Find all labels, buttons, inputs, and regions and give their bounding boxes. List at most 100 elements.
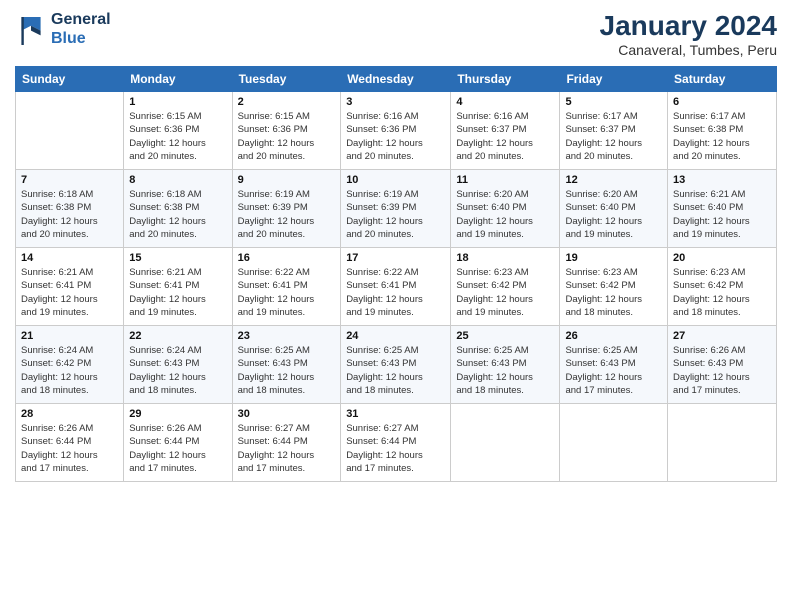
day-info: Sunrise: 6:23 AM Sunset: 6:42 PM Dayligh…	[456, 266, 554, 319]
day-number: 30	[238, 408, 336, 420]
day-info: Sunrise: 6:22 AM Sunset: 6:41 PM Dayligh…	[346, 266, 445, 319]
day-number: 6	[673, 96, 771, 108]
header-day-friday: Friday	[560, 67, 668, 92]
calendar-cell: 22 Sunrise: 6:24 AM Sunset: 6:43 PM Dayli…	[124, 326, 232, 404]
calendar-cell: 16Sunrise: 6:22 AM Sunset: 6:41 PM Dayli…	[232, 248, 341, 326]
day-number: 25	[456, 330, 554, 342]
day-number: 3	[346, 96, 445, 108]
calendar-cell: 6 Sunrise: 6:17 AM Sunset: 6:38 PM Daylig…	[668, 92, 777, 170]
day-info: Sunrise: 6:16 AM Sunset: 6:36 PM Dayligh…	[346, 110, 445, 163]
calendar-cell: 11 Sunrise: 6:20 AM Sunset: 6:40 PM Dayli…	[451, 170, 560, 248]
logo: General Blue	[15, 10, 111, 48]
day-info: Sunrise: 6:20 AM Sunset: 6:40 PM Dayligh…	[456, 188, 554, 241]
calendar-cell: 31Sunrise: 6:27 AM Sunset: 6:44 PM Dayli…	[341, 404, 451, 482]
day-info: Sunrise: 6:18 AM Sunset: 6:38 PM Dayligh…	[21, 188, 118, 241]
header-day-sunday: Sunday	[16, 67, 124, 92]
calendar-week-1: 1 Sunrise: 6:15 AM Sunset: 6:36 PM Daylig…	[16, 92, 777, 170]
header: General Blue January 2024 Canaveral, Tum…	[15, 10, 777, 58]
day-number: 10	[346, 174, 445, 186]
calendar-cell: 13Sunrise: 6:21 AM Sunset: 6:40 PM Dayli…	[668, 170, 777, 248]
page: General Blue January 2024 Canaveral, Tum…	[0, 0, 792, 612]
day-info: Sunrise: 6:23 AM Sunset: 6:42 PM Dayligh…	[673, 266, 771, 319]
day-info: Sunrise: 6:23 AM Sunset: 6:42 PM Dayligh…	[565, 266, 662, 319]
day-number: 12	[565, 174, 662, 186]
day-info: Sunrise: 6:26 AM Sunset: 6:44 PM Dayligh…	[21, 422, 118, 475]
calendar-cell: 5 Sunrise: 6:17 AM Sunset: 6:37 PM Daylig…	[560, 92, 668, 170]
logo-icon	[15, 13, 47, 45]
day-info: Sunrise: 6:24 AM Sunset: 6:42 PM Dayligh…	[21, 344, 118, 397]
day-info: Sunrise: 6:16 AM Sunset: 6:37 PM Dayligh…	[456, 110, 554, 163]
day-number: 15	[129, 252, 226, 264]
day-number: 26	[565, 330, 662, 342]
day-number: 4	[456, 96, 554, 108]
day-number: 19	[565, 252, 662, 264]
day-number: 14	[21, 252, 118, 264]
day-info: Sunrise: 6:25 AM Sunset: 6:43 PM Dayligh…	[238, 344, 336, 397]
day-info: Sunrise: 6:17 AM Sunset: 6:38 PM Dayligh…	[673, 110, 771, 163]
calendar-cell: 7Sunrise: 6:18 AM Sunset: 6:38 PM Daylig…	[16, 170, 124, 248]
day-info: Sunrise: 6:25 AM Sunset: 6:43 PM Dayligh…	[565, 344, 662, 397]
day-info: Sunrise: 6:26 AM Sunset: 6:44 PM Dayligh…	[129, 422, 226, 475]
day-number: 8	[129, 174, 226, 186]
calendar-cell: 23 Sunrise: 6:25 AM Sunset: 6:43 PM Dayli…	[232, 326, 341, 404]
calendar-cell	[451, 404, 560, 482]
day-number: 22	[129, 330, 226, 342]
calendar-cell	[16, 92, 124, 170]
calendar-week-2: 7Sunrise: 6:18 AM Sunset: 6:38 PM Daylig…	[16, 170, 777, 248]
title-block: January 2024 Canaveral, Tumbes, Peru	[600, 10, 777, 58]
day-info: Sunrise: 6:19 AM Sunset: 6:39 PM Dayligh…	[238, 188, 336, 241]
logo-text: General Blue	[51, 10, 111, 48]
day-info: Sunrise: 6:24 AM Sunset: 6:43 PM Dayligh…	[129, 344, 226, 397]
day-info: Sunrise: 6:17 AM Sunset: 6:37 PM Dayligh…	[565, 110, 662, 163]
day-number: 28	[21, 408, 118, 420]
calendar-cell	[560, 404, 668, 482]
day-info: Sunrise: 6:27 AM Sunset: 6:44 PM Dayligh…	[238, 422, 336, 475]
calendar-cell: 24Sunrise: 6:25 AM Sunset: 6:43 PM Dayli…	[341, 326, 451, 404]
calendar-cell: 8 Sunrise: 6:18 AM Sunset: 6:38 PM Daylig…	[124, 170, 232, 248]
calendar-cell: 4 Sunrise: 6:16 AM Sunset: 6:37 PM Daylig…	[451, 92, 560, 170]
day-number: 20	[673, 252, 771, 264]
header-day-tuesday: Tuesday	[232, 67, 341, 92]
day-info: Sunrise: 6:18 AM Sunset: 6:38 PM Dayligh…	[129, 188, 226, 241]
day-info: Sunrise: 6:20 AM Sunset: 6:40 PM Dayligh…	[565, 188, 662, 241]
day-info: Sunrise: 6:26 AM Sunset: 6:43 PM Dayligh…	[673, 344, 771, 397]
day-info: Sunrise: 6:15 AM Sunset: 6:36 PM Dayligh…	[238, 110, 336, 163]
calendar-week-4: 21Sunrise: 6:24 AM Sunset: 6:42 PM Dayli…	[16, 326, 777, 404]
header-day-monday: Monday	[124, 67, 232, 92]
day-number: 27	[673, 330, 771, 342]
calendar-cell: 19 Sunrise: 6:23 AM Sunset: 6:42 PM Dayli…	[560, 248, 668, 326]
day-info: Sunrise: 6:19 AM Sunset: 6:39 PM Dayligh…	[346, 188, 445, 241]
calendar-table: SundayMondayTuesdayWednesdayThursdayFrid…	[15, 66, 777, 482]
main-title: January 2024	[600, 10, 777, 42]
day-info: Sunrise: 6:27 AM Sunset: 6:44 PM Dayligh…	[346, 422, 445, 475]
day-number: 17	[346, 252, 445, 264]
day-info: Sunrise: 6:21 AM Sunset: 6:41 PM Dayligh…	[21, 266, 118, 319]
day-number: 23	[238, 330, 336, 342]
calendar-cell: 25Sunrise: 6:25 AM Sunset: 6:43 PM Dayli…	[451, 326, 560, 404]
day-number: 5	[565, 96, 662, 108]
calendar-cell: 2Sunrise: 6:15 AM Sunset: 6:36 PM Daylig…	[232, 92, 341, 170]
day-info: Sunrise: 6:21 AM Sunset: 6:40 PM Dayligh…	[673, 188, 771, 241]
calendar-cell: 30 Sunrise: 6:27 AM Sunset: 6:44 PM Dayli…	[232, 404, 341, 482]
day-number: 9	[238, 174, 336, 186]
calendar-cell: 17 Sunrise: 6:22 AM Sunset: 6:41 PM Dayli…	[341, 248, 451, 326]
calendar-week-5: 28 Sunrise: 6:26 AM Sunset: 6:44 PM Dayli…	[16, 404, 777, 482]
calendar-cell: 28 Sunrise: 6:26 AM Sunset: 6:44 PM Dayli…	[16, 404, 124, 482]
subtitle: Canaveral, Tumbes, Peru	[600, 42, 777, 58]
calendar-cell	[668, 404, 777, 482]
calendar-cell: 12 Sunrise: 6:20 AM Sunset: 6:40 PM Dayli…	[560, 170, 668, 248]
calendar-cell: 3 Sunrise: 6:16 AM Sunset: 6:36 PM Daylig…	[341, 92, 451, 170]
calendar-cell: 15Sunrise: 6:21 AM Sunset: 6:41 PM Dayli…	[124, 248, 232, 326]
day-number: 11	[456, 174, 554, 186]
day-info: Sunrise: 6:25 AM Sunset: 6:43 PM Dayligh…	[346, 344, 445, 397]
day-number: 16	[238, 252, 336, 264]
calendar-week-3: 14 Sunrise: 6:21 AM Sunset: 6:41 PM Dayli…	[16, 248, 777, 326]
calendar-cell: 1Sunrise: 6:15 AM Sunset: 6:36 PM Daylig…	[124, 92, 232, 170]
calendar-cell: 10 Sunrise: 6:19 AM Sunset: 6:39 PM Dayli…	[341, 170, 451, 248]
header-day-saturday: Saturday	[668, 67, 777, 92]
calendar-cell: 14 Sunrise: 6:21 AM Sunset: 6:41 PM Dayli…	[16, 248, 124, 326]
calendar-header-row: SundayMondayTuesdayWednesdayThursdayFrid…	[16, 67, 777, 92]
day-number: 1	[129, 96, 226, 108]
calendar-cell: 27 Sunrise: 6:26 AM Sunset: 6:43 PM Dayli…	[668, 326, 777, 404]
day-number: 18	[456, 252, 554, 264]
